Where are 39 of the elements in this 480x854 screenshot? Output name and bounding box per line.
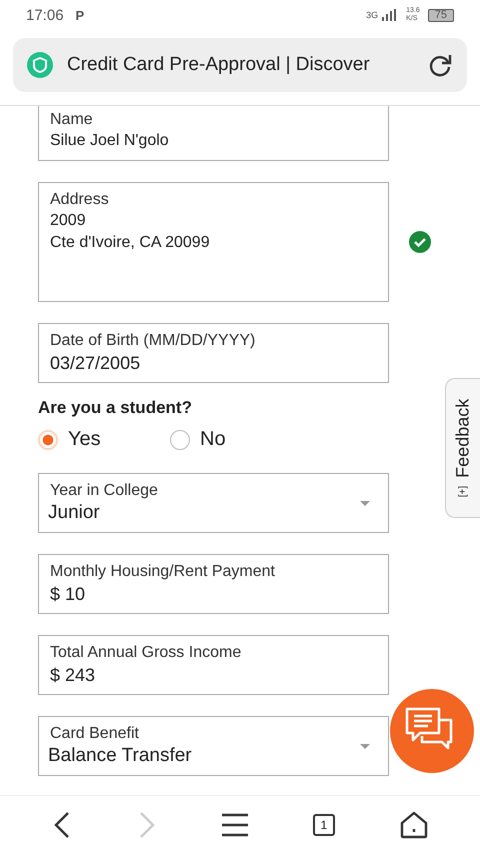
input-field[interactable]: Date of Birth (MM/DD/YYYY) 03/27/2005 (38, 323, 389, 383)
field-label: Address (50, 190, 109, 210)
question-label: Are you a student? (38, 398, 193, 418)
field-value: $ 10 (50, 583, 86, 606)
feedback-tab[interactable]: [+] Feedback (445, 378, 480, 518)
field-value: $ 243 (50, 664, 96, 687)
field-label: Date of Birth (MM/DD/YYYY) (50, 331, 256, 351)
reload-icon[interactable] (427, 52, 453, 78)
field-label: Year in College (50, 481, 158, 501)
address-bar[interactable]: Credit Card Pre-Approval | Discover (13, 38, 467, 92)
dropdown-caret-icon (360, 744, 370, 749)
field-value: Cte d'Ivoire, CA 20099 (50, 233, 210, 253)
menu-icon[interactable] (222, 813, 248, 837)
home-icon[interactable] (400, 811, 428, 839)
radio-option[interactable]: Yes (38, 428, 118, 451)
network-type: 3G (366, 10, 378, 20)
input-field[interactable]: Monthly Housing/Rent Payment $ 10 (38, 554, 389, 614)
field-value: 2009 (50, 211, 86, 231)
notification-icon: P (76, 8, 84, 22)
input-field[interactable]: Name Silue Joel N'golo (38, 106, 389, 161)
input-field[interactable]: Year in College Junior (38, 473, 389, 533)
radio-option[interactable]: No (170, 428, 250, 451)
page-title: Credit Card Pre-Approval | Discover (67, 54, 371, 76)
field-label: Total Annual Gross Income (50, 643, 242, 663)
field-value: 03/27/2005 (50, 352, 140, 375)
tabs-button[interactable]: 1 (312, 814, 335, 836)
dropdown-caret-icon (360, 501, 370, 506)
battery-icon: 75 (428, 8, 454, 22)
field-label: Name (50, 110, 93, 130)
field-value: Junior (48, 501, 100, 525)
input-field[interactable]: Address 2009 Cte d'Ivoire, CA 20099 (38, 182, 389, 302)
input-field[interactable]: Total Annual Gross Income $ 243 (38, 635, 389, 695)
field-value: Balance Transfer (48, 744, 192, 768)
field-label: Card Benefit (50, 724, 139, 744)
input-field[interactable]: Card Benefit Balance Transfer (38, 716, 389, 776)
signal-icon (382, 9, 396, 21)
status-time: 17:06 (26, 6, 64, 24)
field-value: Silue Joel N'golo (50, 131, 169, 151)
field-label: Monthly Housing/Rent Payment (50, 562, 275, 582)
